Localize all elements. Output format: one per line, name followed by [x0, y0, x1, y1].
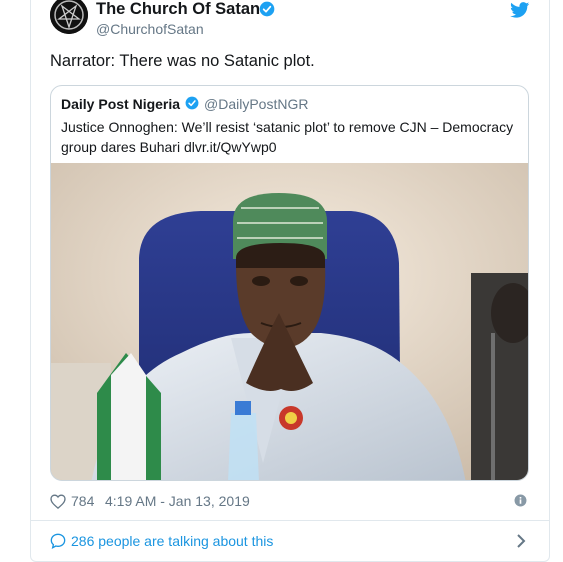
- chevron-right-icon[interactable]: [516, 534, 526, 548]
- timestamp[interactable]: 4:19 AM - Jan 13, 2019: [105, 493, 250, 509]
- divider: [30, 520, 550, 521]
- twitter-bird-icon[interactable]: [510, 2, 530, 18]
- talking-count-label[interactable]: 286 people are talking about this: [71, 533, 273, 549]
- conversation-link[interactable]: 286 people are talking about this: [50, 530, 529, 552]
- like-count[interactable]: 784: [71, 493, 94, 509]
- handle[interactable]: @ChurchofSatan: [96, 21, 204, 37]
- quoted-tweet-photo[interactable]: [51, 163, 529, 481]
- tweet-meta: 784 4:19 AM - Jan 13, 2019: [50, 492, 529, 512]
- heart-icon[interactable]: [50, 494, 66, 509]
- quoted-display-name[interactable]: Daily Post Nigeria: [61, 96, 180, 112]
- quoted-tweet-text: Justice Onnoghen: We’ll resist ‘satanic …: [61, 119, 514, 155]
- display-name[interactable]: The Church Of Satan: [96, 0, 260, 19]
- tweet-text: Narrator: There was no Satanic plot.: [50, 52, 315, 70]
- verified-icon: [185, 96, 199, 110]
- verified-icon: [259, 1, 275, 17]
- info-icon[interactable]: [514, 494, 527, 507]
- bubble-icon: [50, 533, 66, 549]
- quoted-handle[interactable]: @DailyPostNGR: [204, 96, 308, 112]
- quoted-tweet[interactable]: Daily Post Nigeria @DailyPostNGR Justice…: [50, 85, 529, 481]
